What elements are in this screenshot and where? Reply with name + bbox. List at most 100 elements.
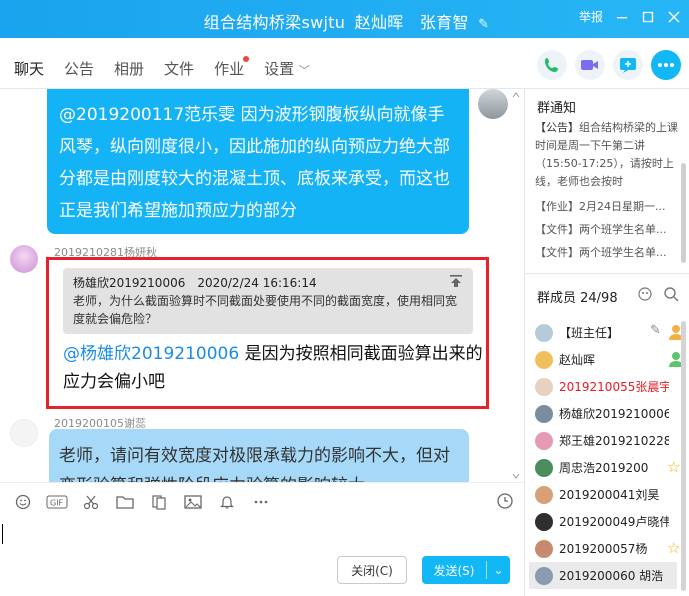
avatar — [535, 323, 553, 342]
jump-to-quote-icon[interactable] — [449, 274, 463, 288]
avatar — [535, 566, 553, 585]
phone-icon — [545, 58, 558, 72]
emoji-icon[interactable] — [12, 491, 34, 513]
member-row[interactable]: 2019200060 胡浩 — [529, 562, 677, 589]
maximize-icon[interactable] — [641, 10, 655, 24]
group-sidebar: 群通知 【公告】组合结构桥梁的上课时间是周一下午第二讲（15:50-17:25）… — [525, 89, 689, 596]
notice-title: 群通知 — [537, 101, 577, 116]
share-screen-button[interactable] — [613, 50, 643, 80]
quoted-text: 老师，为什么截面验算时不同截面处要使用不同的截面宽度，使用相同宽度就会偏危险？ — [73, 294, 458, 326]
tab-album[interactable]: 相册 — [114, 52, 144, 85]
member-row[interactable]: 2019200057杨 ☆ — [535, 535, 685, 562]
tab-settings-label: 设置 — [264, 59, 295, 78]
video-call-button[interactable] — [575, 50, 605, 80]
close-icon[interactable] — [667, 10, 681, 24]
quoted-message[interactable]: 杨雄欣2019210006 2020/2/24 16:16:14 老师，为什么截… — [63, 268, 473, 334]
member-row[interactable]: 【班主任】 ✎ — [535, 319, 685, 346]
member-name: 周忠浩2019200 — [559, 461, 649, 475]
tab-files[interactable]: 文件 — [164, 52, 194, 85]
avatar — [535, 431, 553, 450]
message-plus-icon — [620, 58, 636, 73]
avatar — [535, 512, 553, 531]
avatar[interactable] — [10, 419, 38, 447]
more-button[interactable] — [651, 50, 681, 80]
tab-chat[interactable]: 聊天 — [14, 52, 44, 93]
report-link[interactable]: 举报 — [579, 8, 603, 25]
more-dots-icon — [658, 63, 674, 67]
member-row[interactable]: 2019210055张晨宇 — [535, 373, 685, 400]
file-transfer-icon[interactable] — [148, 491, 170, 513]
tab-bar: 聊天 公告 相册 文件 作业 设置 ﹀ — [0, 48, 525, 93]
avatar — [535, 377, 553, 396]
call-actions — [537, 50, 681, 80]
tab-homework-label: 作业 — [214, 59, 245, 78]
member-row[interactable]: 杨雄欣2019210006 — [535, 400, 685, 427]
avatar — [535, 404, 553, 423]
reply-text: @杨雄欣2019210006 是因为按照相同截面验算出来的应力会偏小吧 — [63, 340, 483, 396]
chat-area: @2019200117范乐雯 因为波形钢腹板纵向就像手风琴，纵向刚度很小，因此施… — [0, 89, 524, 482]
member-row[interactable]: 郑王雄2019210228 — [535, 427, 685, 454]
notice-scrollbar[interactable] — [681, 163, 686, 263]
member-settings-icon[interactable] — [637, 286, 653, 302]
members-title: 群成员 24/98 — [537, 291, 618, 306]
member-name: 郑王雄2019210228 — [559, 434, 669, 448]
member-row[interactable]: 赵灿晖 — [535, 346, 685, 373]
more-icon[interactable] — [250, 491, 272, 513]
new-dot-badge — [243, 55, 250, 62]
member-row[interactable]: 2019200049卢晓伟 — [535, 508, 685, 535]
tab-announcement[interactable]: 公告 — [64, 52, 94, 85]
voice-call-button[interactable] — [537, 50, 567, 80]
title-bar: 组合结构桥梁swjtu 赵灿晖 张育智 ✎ 举报 — [0, 0, 689, 38]
member-name: 2019200057杨 — [559, 542, 648, 556]
member-name: 2019200041刘昊 — [559, 488, 660, 502]
scissors-icon[interactable] — [80, 491, 102, 513]
send-button-label: 发送(S) — [433, 563, 475, 578]
avatar[interactable] — [478, 89, 508, 119]
video-icon — [581, 60, 598, 70]
notice-panel[interactable]: 【公告】组合结构桥梁的上课时间是周一下午第二讲（15:50-17:25），请按时… — [535, 119, 681, 264]
history-clock-icon[interactable] — [496, 492, 514, 514]
quoted-header: 杨雄欣2019210006 2020/2/24 16:16:14 — [73, 276, 317, 290]
send-options-chevron-icon[interactable]: ⌄ — [487, 563, 510, 577]
message-bubble: @2019200117范乐雯 因为波形钢腹板纵向就像手风琴，纵向刚度很小，因此施… — [47, 89, 469, 234]
mention-link[interactable]: @杨雄欣2019210006 — [63, 344, 239, 364]
input-toolbar: GIF — [0, 482, 524, 520]
avatar[interactable] — [10, 245, 38, 273]
message-input[interactable] — [0, 520, 524, 550]
edit-title-icon[interactable]: ✎ — [478, 17, 489, 32]
notice-tag: 【公告】 — [535, 121, 579, 134]
avatar — [535, 539, 553, 558]
minimize-icon[interactable] — [615, 10, 629, 24]
chevron-down-icon: ﹀ — [298, 63, 310, 77]
member-scrollbar[interactable] — [681, 321, 686, 591]
edit-icon[interactable]: ✎ — [650, 323, 661, 338]
chat-scrollbar[interactable] — [512, 89, 520, 482]
avatar — [535, 458, 553, 477]
member-row[interactable]: 2019200041刘昊 — [535, 481, 685, 508]
tab-homework[interactable]: 作业 — [214, 52, 250, 85]
group-owners: 赵灿晖 张育智 — [354, 13, 469, 32]
member-name: 赵灿晖 — [559, 353, 596, 367]
notice-item[interactable]: 【作业】2月24日星期一... — [535, 195, 681, 218]
member-row[interactable]: 周忠浩2019200 ☆ — [535, 454, 685, 481]
bell-icon[interactable] — [216, 491, 238, 513]
highlighted-reply-message: 杨雄欣2019210006 2020/2/24 16:16:14 老师，为什么截… — [46, 257, 489, 409]
notice-item[interactable]: 【文件】两个班学生名单... — [535, 218, 681, 241]
sidebar-section-divider — [525, 273, 689, 274]
message-bubble: 老师，请问有效宽度对极限承载力的影响不大，但对变形验算和弹性阶段应力验算的影响较… — [49, 429, 469, 482]
notice-announcement[interactable]: 【公告】组合结构桥梁的上课时间是周一下午第二讲（15:50-17:25），请按时… — [535, 119, 681, 191]
text-caret — [2, 524, 3, 544]
member-name: 2019210055张晨宇 — [559, 380, 669, 394]
image-icon[interactable] — [182, 491, 204, 513]
svg-text:GIF: GIF — [50, 498, 64, 507]
search-icon[interactable] — [663, 286, 679, 302]
avatar — [535, 485, 553, 504]
send-button[interactable]: 发送(S) ⌄ — [422, 556, 510, 584]
close-button[interactable]: 关闭(C) — [337, 556, 407, 584]
member-list: 【班主任】 ✎ 赵灿晖 2019210055张晨宇 杨雄欣2019210006 郑… — [529, 319, 685, 589]
avatar — [535, 350, 553, 369]
folder-icon[interactable] — [114, 491, 136, 513]
notice-item[interactable]: 【文件】两个班学生名单... — [535, 241, 681, 264]
tab-settings[interactable]: 设置 ﹀ — [264, 52, 310, 85]
gif-icon[interactable]: GIF — [46, 491, 68, 513]
